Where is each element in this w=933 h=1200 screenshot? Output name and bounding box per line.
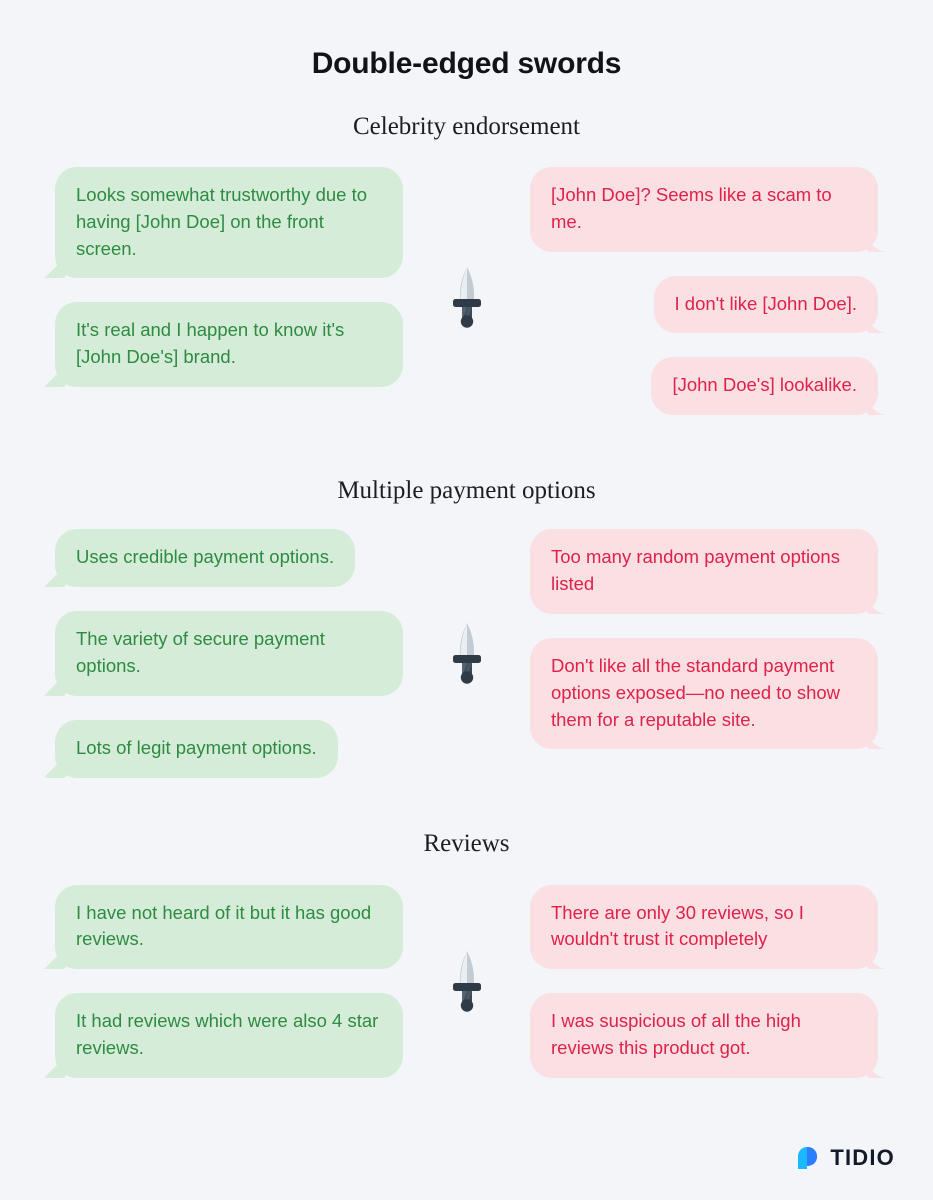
negative-column: Too many random payment options listed D… [530,529,878,750]
message-bubble-positive: Lots of legit payment options. [55,719,338,778]
message-bubble-positive: I have not heard of it but it has good r… [55,884,403,970]
section-divider [427,266,507,328]
message-bubble-negative: There are only 30 reviews, so I wouldn't… [530,884,878,970]
message-bubble-negative: Don't like all the standard payment opti… [530,637,878,750]
brand-logo: TIDIO [793,1144,895,1172]
message-bubble-negative: [John Doe]? Seems like a scam to me. [530,167,878,252]
positive-column: Uses credible payment options. The varie… [55,529,403,778]
section-heading: Multiple payment options [337,477,596,505]
message-bubble-positive: Uses credible payment options. [55,529,356,588]
dagger-icon [452,951,481,1012]
section-multiple-payment-options: Multiple payment options Uses credible p… [0,477,933,778]
section-celebrity-endorsement: Celebrity endorsement Looks somewhat tru… [0,113,933,416]
message-bubble-positive: It's real and I happen to know it's [Joh… [55,302,403,388]
message-bubble-positive: It had reviews which were also 4 star re… [55,993,403,1078]
section-reviews: Reviews I have not heard of it but it ha… [0,830,933,1078]
message-bubble-negative: Too many random payment options listed [530,529,878,614]
dagger-icon [452,623,481,685]
page-title: Double-edged swords [311,47,622,80]
infographic-page: Double-edged swords Celebrity endorsemen… [0,0,933,1200]
tidio-logo-icon [798,1147,818,1169]
positive-column: I have not heard of it but it has good r… [55,884,403,1078]
section-heading: Reviews [423,829,510,857]
message-bubble-negative: I was suspicious of all the high reviews… [530,993,878,1078]
section-heading: Celebrity endorsement [352,113,580,140]
message-bubble-positive: Looks somewhat trustworthy due to having… [55,167,403,279]
message-bubble-negative: [John Doe's] lookalike. [651,357,878,416]
positive-column: Looks somewhat trustworthy due to having… [55,167,403,388]
negative-column: There are only 30 reviews, so I wouldn't… [530,884,878,1078]
section-divider [427,622,507,685]
section-divider [427,950,507,1012]
message-bubble-positive: The variety of secure payment options. [55,611,403,696]
negative-column: [John Doe]? Seems like a scam to me. I d… [530,167,878,416]
message-bubble-negative: I don't like [John Doe]. [653,275,878,334]
brand-name: TIDIO [830,1145,895,1170]
dagger-icon [452,267,481,328]
